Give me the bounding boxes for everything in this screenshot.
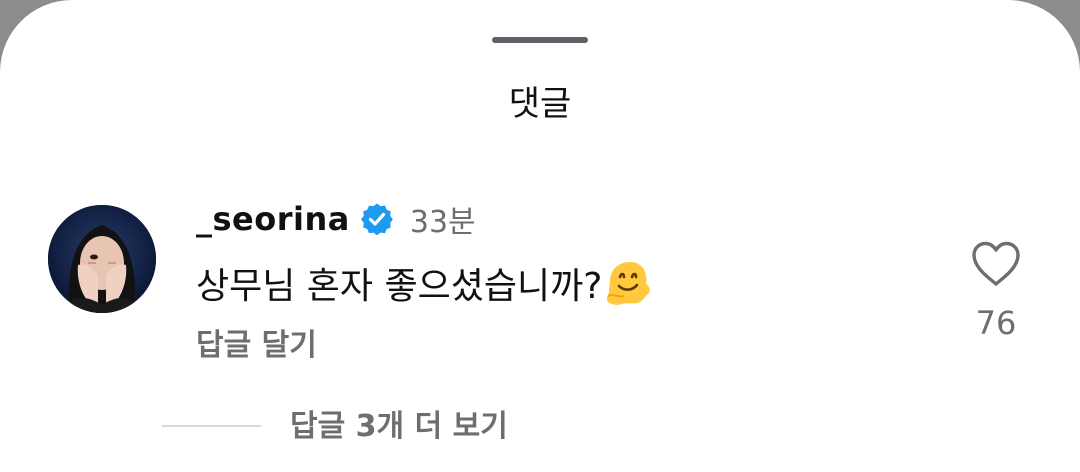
- comment-body: 상무님 혼자 좋으셨습니까?: [196, 258, 652, 308]
- comment-timestamp: 33분: [409, 205, 476, 240]
- comment-username[interactable]: _seorina: [196, 200, 350, 238]
- verified-badge-icon: [360, 202, 394, 236]
- view-more-replies-button[interactable]: 답글 3개 더 보기: [290, 405, 508, 449]
- melting-face-emoji: [604, 260, 652, 306]
- avatar[interactable]: [48, 205, 156, 313]
- reply-button[interactable]: 답글 달기: [196, 324, 317, 368]
- drag-handle[interactable]: [492, 37, 588, 43]
- avatar-photo: [48, 205, 156, 313]
- replies-divider: [162, 425, 261, 427]
- comments-bottom-sheet: 댓글 _seorina 33분 상무님 혼자 좋으셨습니까? 답글 달기 76 …: [0, 0, 1080, 472]
- heart-outline-icon[interactable]: [970, 240, 1022, 288]
- comment-text: 상무님 혼자 좋으셨습니까?: [196, 266, 603, 307]
- comment-header: _seorina 33분: [196, 196, 476, 242]
- like-count: 76: [975, 304, 1017, 342]
- sheet-title: 댓글: [508, 84, 572, 124]
